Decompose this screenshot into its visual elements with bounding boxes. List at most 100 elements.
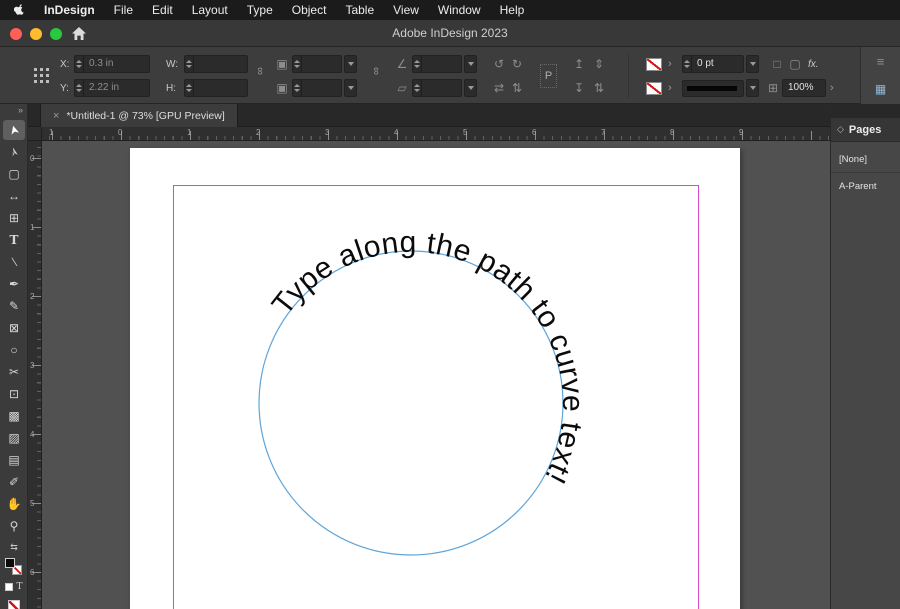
scale-y-field[interactable] xyxy=(292,79,342,97)
document-canvas[interactable]: Type along the path to curve text! xyxy=(42,141,830,609)
fill-stroke-proxy[interactable] xyxy=(5,558,23,576)
rotate-ccw-button[interactable]: ↺ xyxy=(492,55,506,74)
y-stepper[interactable] xyxy=(75,80,84,96)
tools-panel-expand-icon[interactable]: » xyxy=(0,104,27,118)
shear-dropdown[interactable] xyxy=(464,79,477,97)
screen-mode-icon[interactable]: ▦ xyxy=(875,80,886,99)
stroke-color-none-swatch[interactable] xyxy=(646,58,662,71)
formatting-affects-text-button[interactable]: T xyxy=(16,582,22,592)
menu-item-file[interactable]: File xyxy=(114,3,133,17)
stroke-style-dropdown[interactable] xyxy=(682,80,744,97)
scale-x-dropdown[interactable] xyxy=(344,55,357,73)
scale-x-stepper[interactable] xyxy=(293,56,302,72)
stroke-weight-stepper[interactable] xyxy=(683,56,692,72)
stroke-weight-dropdown[interactable] xyxy=(746,55,759,73)
content-collector-tool[interactable]: ⊞ xyxy=(3,208,25,228)
shear-angle-field[interactable] xyxy=(412,79,462,97)
panel-collapse-icon[interactable]: ◇ xyxy=(837,124,844,135)
vertical-ruler[interactable]: 0 1 2 3 4 5 6 xyxy=(28,141,42,609)
menu-item-window[interactable]: Window xyxy=(438,3,481,17)
view-percent-field[interactable]: 100% xyxy=(782,79,826,97)
gradient-swatch-tool[interactable]: ▩ xyxy=(3,406,25,426)
constrain-scale-link-icon[interactable]: ∞ xyxy=(370,67,382,75)
rotation-dropdown[interactable] xyxy=(464,55,477,73)
pages-panel: ◇ Pages [None] A-Parent xyxy=(830,104,900,609)
menu-item-help[interactable]: Help xyxy=(500,3,525,17)
scale-y-dropdown[interactable] xyxy=(344,79,357,97)
note-tool[interactable]: ▤ xyxy=(3,450,25,470)
stroke-weight-field[interactable]: 0 pt xyxy=(682,55,744,73)
hruler-tick-label: 9 xyxy=(739,128,744,137)
frame-fitting-icon[interactable]: ▢ xyxy=(788,55,802,74)
constrain-dimensions-link-icon[interactable]: ∞ xyxy=(254,67,266,75)
pages-item-a-parent[interactable]: A-Parent xyxy=(831,173,900,200)
apple-menu[interactable] xyxy=(14,3,25,17)
corner-options-icon[interactable]: □ xyxy=(770,55,784,74)
effects-button[interactable]: fx. xyxy=(808,55,819,74)
eyedropper-tool[interactable]: ✐ xyxy=(3,472,25,492)
fill-swatch-arrow[interactable]: › xyxy=(668,79,672,98)
scale-y-stepper[interactable] xyxy=(293,80,302,96)
menu-item-edit[interactable]: Edit xyxy=(152,3,173,17)
type-tool[interactable]: T xyxy=(3,230,25,250)
scale-x-field[interactable] xyxy=(292,55,342,73)
rotation-angle-field[interactable] xyxy=(412,55,462,73)
tab-close-icon[interactable]: × xyxy=(53,110,59,122)
free-transform-tool[interactable]: ⊡ xyxy=(3,384,25,404)
rectangle-frame-tool[interactable]: ⊠ xyxy=(3,318,25,338)
menu-item-type[interactable]: Type xyxy=(247,3,273,17)
swap-fill-stroke-icon[interactable]: ⇆ xyxy=(0,542,28,553)
menu-item-object[interactable]: Object xyxy=(292,3,327,17)
zoom-tool[interactable]: ⚲ xyxy=(3,516,25,536)
ruler-corner[interactable] xyxy=(28,127,42,141)
path-text[interactable]: Type along the path to curve text! xyxy=(266,226,589,489)
formatting-affects-container-button[interactable] xyxy=(5,583,14,591)
line-tool-icon: ∕ xyxy=(12,255,15,269)
stroke-swatch-arrow[interactable]: › xyxy=(668,55,672,74)
menu-item-indesign[interactable]: InDesign xyxy=(44,3,95,17)
menu-item-table[interactable]: Table xyxy=(345,3,374,17)
horizontal-ruler[interactable]: 1 0 1 2 3 4 5 6 7 8 9 xyxy=(42,127,830,141)
fill-color-none-swatch[interactable] xyxy=(646,82,662,95)
apply-none-button[interactable] xyxy=(8,600,20,609)
stroke-style-arrow[interactable] xyxy=(746,79,759,97)
x-stepper[interactable] xyxy=(75,56,84,72)
width-stepper[interactable] xyxy=(185,56,194,72)
pages-panel-header[interactable]: ◇ Pages xyxy=(831,118,900,142)
menu-item-layout[interactable]: Layout xyxy=(192,3,228,17)
height-field[interactable] xyxy=(184,79,248,97)
pen-tool[interactable]: ✒ xyxy=(3,274,25,294)
type-tool-icon: T xyxy=(9,233,19,247)
flip-vertical-button[interactable]: ⇅ xyxy=(510,79,524,98)
align-middle-button[interactable]: ⇕ xyxy=(592,55,606,74)
shear-stepper[interactable] xyxy=(413,80,422,96)
align-bottom-button[interactable]: ↧ xyxy=(572,79,586,98)
selection-tool[interactable]: ➤ xyxy=(3,120,25,140)
reference-point-proxy[interactable] xyxy=(34,68,37,71)
fill-proxy-swatch[interactable] xyxy=(5,558,15,568)
menu-item-view[interactable]: View xyxy=(393,3,419,17)
pencil-tool[interactable]: ✎ xyxy=(3,296,25,316)
width-field[interactable] xyxy=(184,55,248,73)
document-tab[interactable]: × *Untitled-1 @ 73% [GPU Preview] xyxy=(40,104,238,127)
distribute-button[interactable]: ⇅ xyxy=(592,79,606,98)
x-position-field[interactable]: 0.3 in xyxy=(74,55,150,73)
direct-selection-tool[interactable]: ➢ xyxy=(3,142,25,162)
gap-tool[interactable]: ↔ xyxy=(3,186,25,206)
rotate-cw-button[interactable]: ↻ xyxy=(510,55,524,74)
pages-item-none[interactable]: [None] xyxy=(831,146,900,173)
align-top-button[interactable]: ↥ xyxy=(572,55,586,74)
view-percent-arrow[interactable]: › xyxy=(830,79,834,98)
panel-menu-icon[interactable]: ≡ xyxy=(877,52,885,71)
rotation-stepper[interactable] xyxy=(413,56,422,72)
line-tool[interactable]: ∕ xyxy=(3,252,25,272)
page-tool[interactable]: ▢ xyxy=(3,164,25,184)
scissors-tool[interactable]: ✂ xyxy=(3,362,25,382)
height-stepper[interactable] xyxy=(185,80,194,96)
shear-angle-icon: ▱ xyxy=(397,81,407,95)
flip-horizontal-button[interactable]: ⇄ xyxy=(492,79,506,98)
ellipse-tool[interactable]: ○ xyxy=(3,340,25,360)
hand-tool[interactable]: ✋ xyxy=(3,494,25,514)
y-position-field[interactable]: 2.22 in xyxy=(74,79,150,97)
gradient-feather-tool[interactable]: ▨ xyxy=(3,428,25,448)
